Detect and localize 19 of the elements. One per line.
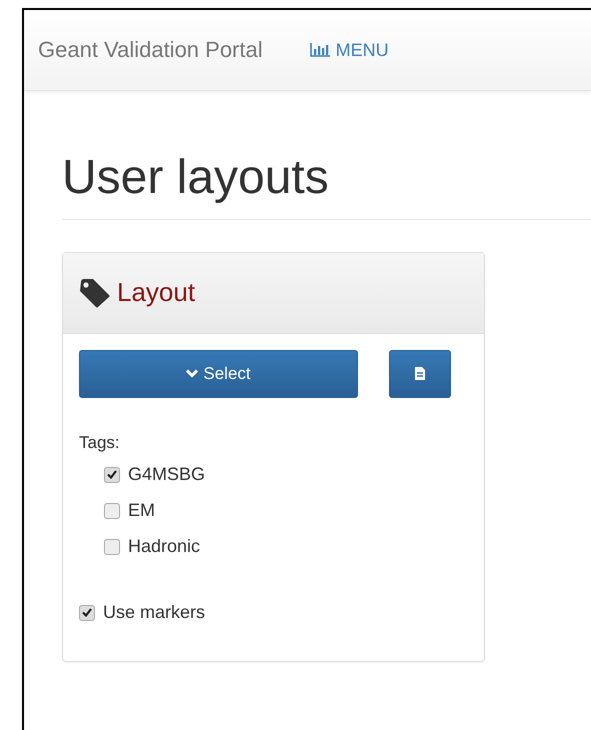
file-icon [414, 366, 426, 382]
select-button[interactable]: Select [79, 350, 358, 398]
bar-chart-icon [310, 43, 330, 57]
checkbox-label: EM [128, 500, 155, 522]
page-title: User layouts [62, 150, 330, 206]
brand-title[interactable]: Geant Validation Portal [38, 37, 263, 63]
checkbox[interactable] [104, 466, 120, 483]
chevron-down-icon [186, 369, 198, 378]
checkbox[interactable] [79, 604, 95, 621]
panel-title: Layout [117, 277, 196, 308]
checkbox[interactable] [104, 538, 120, 555]
tag-icon [79, 278, 111, 308]
checkbox[interactable] [104, 502, 120, 519]
menu-link[interactable]: MENU [310, 40, 389, 60]
tags-label: Tags: [79, 432, 121, 453]
checkbox-label: Hadronic [128, 536, 200, 558]
checkbox-label: Use markers [103, 602, 206, 624]
checkbox-label: G4MSBG [128, 464, 206, 486]
save-button[interactable] [389, 350, 451, 398]
